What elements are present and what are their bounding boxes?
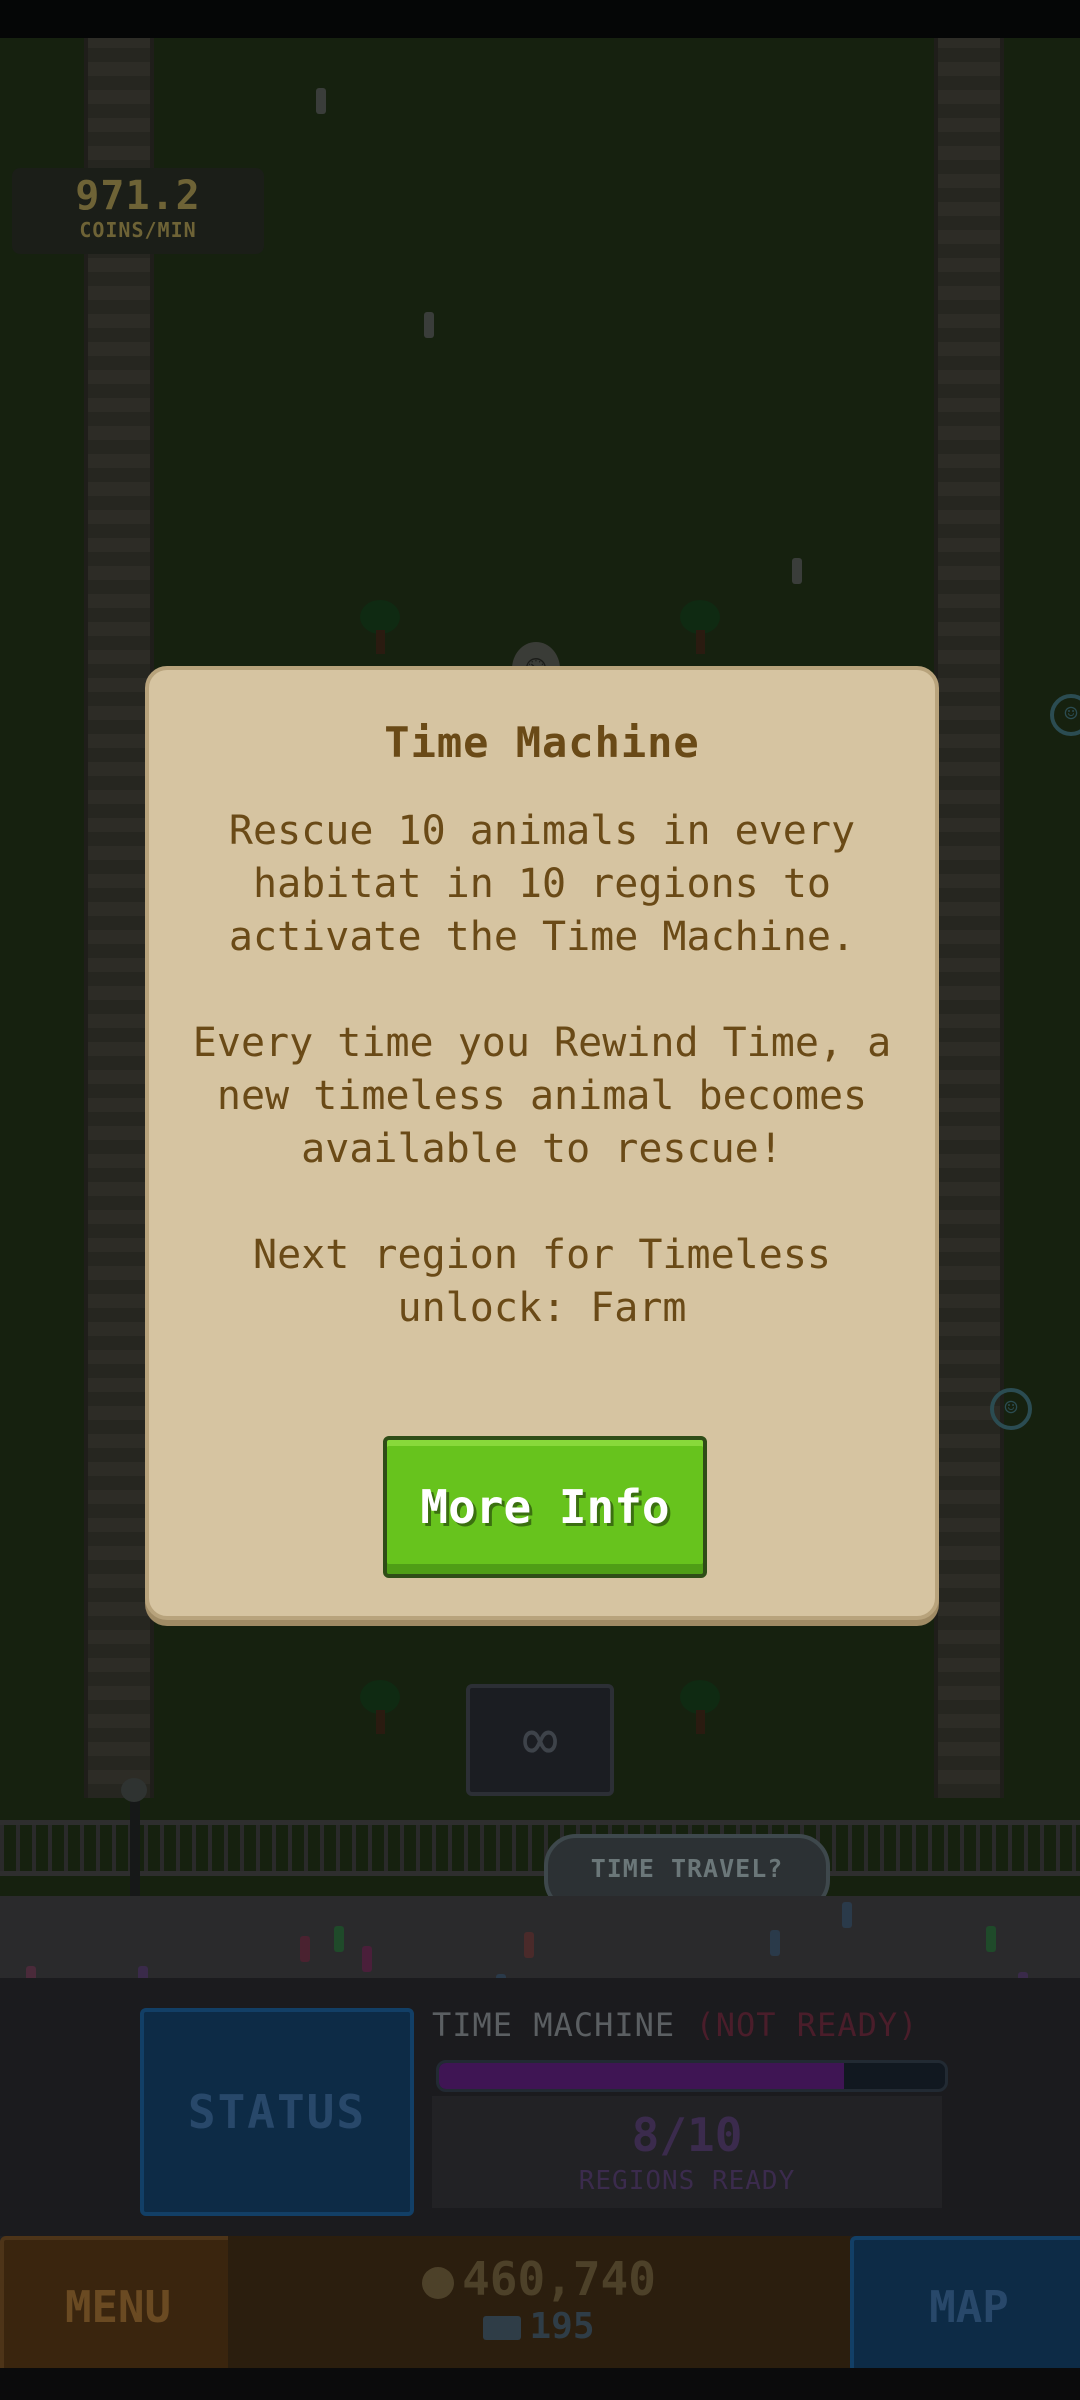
tickets-value: 195 xyxy=(529,2306,595,2347)
coins-rate-unit: COINS/MIN xyxy=(79,218,197,242)
status-bar xyxy=(0,0,1080,38)
tree xyxy=(680,600,720,658)
fence xyxy=(0,1820,1080,1876)
visitor-figure xyxy=(770,1930,780,1956)
visitor-figure xyxy=(334,1926,344,1952)
time-machine-label: TIME MACHINE xyxy=(432,2006,676,2044)
regions-label: REGIONS READY xyxy=(578,2166,796,2196)
tickets-row: 195 xyxy=(228,2306,850,2347)
progress-fill xyxy=(439,2063,844,2089)
regions-ready-box: 8/10 REGIONS READY xyxy=(432,2096,942,2208)
street-lamp xyxy=(121,1778,147,1906)
system-nav-bar xyxy=(0,2368,1080,2400)
not-ready-label: (NOT READY) xyxy=(695,2006,919,2044)
time-machine-progress-bar xyxy=(436,2060,948,2092)
regions-count: 8/10 xyxy=(631,2108,743,2162)
dialog-paragraph-rewind: Every time you Rewind Time, a new timele… xyxy=(192,1020,892,1172)
dialog-title: Time Machine xyxy=(384,718,700,767)
coins-per-minute-badge: 971.2 COINS/MIN xyxy=(12,168,264,254)
visitor-figure xyxy=(300,1936,310,1962)
more-info-button[interactable]: More Info xyxy=(383,1436,707,1578)
infinity-icon: ∞ xyxy=(521,1705,559,1775)
time-machine-status-label: TIME MACHINE (NOT READY) xyxy=(432,2006,918,2044)
visitor-figure xyxy=(792,558,802,584)
visitor-figure xyxy=(524,1932,534,1958)
status-button[interactable]: STATUS xyxy=(140,2008,414,2216)
rescue-bubble-icon[interactable]: ☺ xyxy=(1050,694,1080,736)
tree xyxy=(680,1680,720,1738)
rescue-bubble-icon[interactable]: ☺ xyxy=(990,1388,1032,1430)
time-machine-panel: STATUS TIME MACHINE (NOT READY) 8/10 REG… xyxy=(0,1978,1080,2236)
coins-rate-value: 971.2 xyxy=(75,173,201,219)
menu-button[interactable]: MENU xyxy=(0,2236,236,2380)
time-machine-dialog: Time Machine Rescue 10 animals in every … xyxy=(145,666,939,1620)
tree xyxy=(360,600,400,658)
time-machine-structure[interactable]: ∞ xyxy=(466,1684,614,1796)
map-button[interactable]: MAP xyxy=(850,2236,1080,2380)
tree xyxy=(360,1680,400,1738)
visitor-figure xyxy=(986,1926,996,1952)
coins-value: 460,740 xyxy=(462,2252,656,2306)
visitor-figure xyxy=(362,1946,372,1972)
right-path xyxy=(934,38,1004,1798)
dialog-paragraph-next-region: Next region for Timeless unlock: Farm xyxy=(253,1232,831,1331)
coin-icon xyxy=(422,2266,455,2299)
visitor-figure xyxy=(842,1902,852,1928)
visitor-figure xyxy=(424,312,434,338)
dialog-paragraph-requirement: Rescue 10 animals in every habitat in 10… xyxy=(228,808,856,960)
coins-row: 460,740 xyxy=(228,2252,850,2306)
ticket-icon xyxy=(483,2316,522,2340)
currency-display: 460,740 195 xyxy=(228,2236,850,2376)
left-path xyxy=(84,38,154,1798)
visitor-figure xyxy=(316,88,326,114)
